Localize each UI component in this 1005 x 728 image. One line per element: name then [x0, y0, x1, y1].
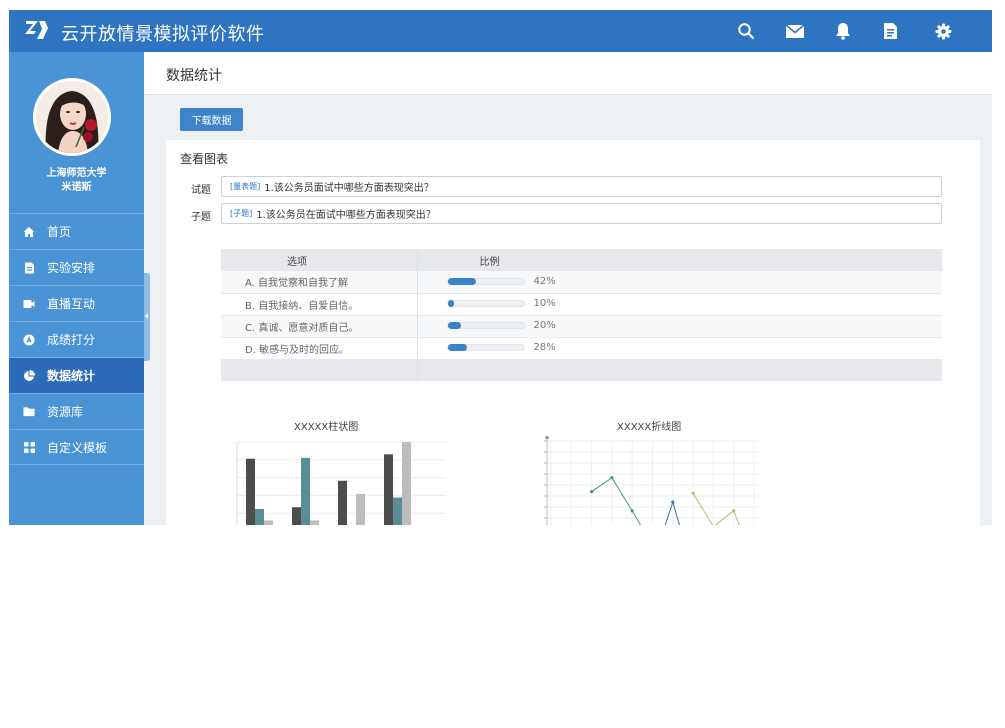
sidebar-item-label: 直播互动 [47, 297, 96, 311]
avatar-image [36, 81, 108, 153]
bar [393, 497, 402, 525]
sidebar-item-home[interactable]: 首页 [9, 213, 144, 249]
bar-chart [236, 441, 446, 525]
download-data-button[interactable]: 下载数据 [180, 108, 243, 131]
bar [356, 493, 365, 525]
axis-marker [545, 436, 549, 440]
sidebar-item-label: 数据统计 [47, 369, 96, 383]
question-field[interactable]: [量表题] 1.该公务员面试中哪些方面表现突出？ [221, 176, 942, 197]
sidebar-item-label: 自定义模板 [47, 440, 108, 455]
ratio-bar-fill [447, 300, 455, 308]
sidebar-item-scoring[interactable]: 成绩打分 [9, 321, 144, 357]
sidebar-nav: 首页 实验安排 直播互动 成绩打分 数据统计 资源库 自定义模板 [9, 213, 144, 465]
ratio-bar-fill [447, 278, 477, 285]
ratio-bar [446, 300, 525, 308]
panel-title: 查看图表 [180, 152, 229, 166]
home-icon [23, 226, 35, 238]
ratio-bar [446, 344, 525, 352]
sidebar-collapse-handle[interactable] [144, 273, 150, 361]
score-icon [23, 334, 35, 346]
search-icon[interactable] [736, 22, 756, 40]
bar-chart-title: XXXXX柱状图 [294, 422, 359, 433]
avatar[interactable] [33, 78, 111, 156]
option-text: C. 真诚、愿意对质自己。 [221, 315, 418, 338]
sub-question-tag: [子题] [230, 209, 253, 218]
ratio-bar [446, 322, 525, 330]
sidebar-item-label: 成绩打分 [47, 333, 96, 347]
sub-question-label: 子题 [191, 212, 211, 223]
option-text: B. 自我接纳、自爱自信。 [221, 293, 418, 316]
options-table: 选项 比例 A. 自我觉察和自我了解 42% B. 自我接纳、自爱自信。 10%… [221, 249, 942, 381]
ratio-label: 28% [533, 342, 556, 354]
page-title: 数据统计 [166, 68, 222, 84]
bar [338, 480, 347, 525]
data-point [630, 509, 634, 513]
clipboard-icon [23, 262, 35, 274]
video-icon [23, 298, 35, 310]
sidebar-item-data-statistics[interactable]: 数据统计 [9, 357, 144, 393]
chart-panel: 查看图表 试题 [量表题] 1.该公务员面试中哪些方面表现突出？ 子题 [子题]… [166, 140, 980, 525]
sub-question-field[interactable]: [子题] 1.该公务员在面试中哪些方面表现突出？ [221, 203, 942, 224]
logo-icon [25, 19, 49, 41]
data-point [671, 500, 675, 504]
question-label: 试题 [191, 185, 211, 196]
option-text: D. 敏感与及时的回应。 [221, 337, 418, 360]
table-row: A. 自我觉察和自我了解 42% [221, 271, 942, 294]
bar [292, 507, 301, 525]
bar [301, 457, 310, 525]
sidebar-item-experiment-schedule[interactable]: 实验安排 [9, 249, 144, 285]
bar [310, 520, 319, 525]
column-header-ratio: 比例 [417, 249, 942, 271]
sidebar-item-label: 实验安排 [47, 261, 96, 275]
user-name: 米诺斯 [61, 182, 92, 193]
column-header-option: 选项 [221, 249, 418, 271]
ratio-bar-fill [447, 344, 467, 352]
app-window: 云开放情景模拟评价软件 上海师范大学 米诺斯 首页 实验安排 直播互动 成绩打分… [9, 10, 992, 525]
series-line [692, 493, 740, 525]
question-text: 1.该公务员面试中哪些方面表现突出？ [264, 183, 434, 194]
app-title: 云开放情景模拟评价软件 [61, 24, 265, 45]
series-line [664, 500, 680, 525]
grid-icon [23, 441, 35, 453]
data-point [732, 509, 736, 513]
data-point [590, 490, 594, 494]
table-row: C. 真诚、愿意对质自己。 20% [221, 315, 942, 338]
bar [384, 454, 393, 525]
table-header-row: 选项 比例 [221, 249, 942, 271]
bar [402, 442, 411, 525]
folder-icon [23, 406, 35, 418]
bar [255, 508, 264, 525]
line-chart [544, 436, 758, 525]
sidebar: 上海师范大学 米诺斯 首页 实验安排 直播互动 成绩打分 数据统计 资源库 自定… [9, 52, 144, 525]
pie-chart-icon [23, 369, 35, 382]
gear-icon[interactable] [933, 22, 953, 40]
user-school: 上海师范大学 [46, 168, 107, 179]
ratio-bar-fill [447, 322, 462, 330]
question-type-tag: [量表题] [230, 182, 261, 191]
bar [246, 458, 255, 525]
table-row: D. 敏感与及时的回应。 28% [221, 337, 942, 360]
sidebar-item-label: 资源库 [47, 405, 84, 419]
top-bar: 云开放情景模拟评价软件 [9, 10, 992, 52]
table-footer-row [221, 359, 942, 381]
ratio-label: 10% [533, 298, 556, 310]
sidebar-item-resource-library[interactable]: 资源库 [9, 393, 144, 429]
ratio-label: 20% [533, 320, 556, 332]
data-point [610, 476, 614, 480]
ratio-bar [446, 278, 525, 285]
data-point [691, 491, 695, 495]
document-icon[interactable] [880, 22, 900, 40]
sidebar-item-label: 首页 [47, 225, 72, 239]
table-row: B. 自我接纳、自爱自信。 10% [221, 293, 942, 316]
bar [264, 520, 273, 525]
page-header: 数据统计 [144, 52, 992, 95]
mail-icon[interactable] [785, 22, 805, 40]
sidebar-item-custom-template[interactable]: 自定义模板 [9, 429, 144, 465]
line-chart-title: XXXXX折线图 [617, 422, 682, 433]
bell-icon[interactable] [833, 22, 853, 40]
sidebar-item-live-interaction[interactable]: 直播互动 [9, 285, 144, 321]
ratio-label: 42% [533, 276, 556, 287]
option-text: A. 自我觉察和自我了解 [221, 271, 418, 294]
sub-question-text: 1.该公务员在面试中哪些方面表现突出？ [256, 210, 436, 221]
